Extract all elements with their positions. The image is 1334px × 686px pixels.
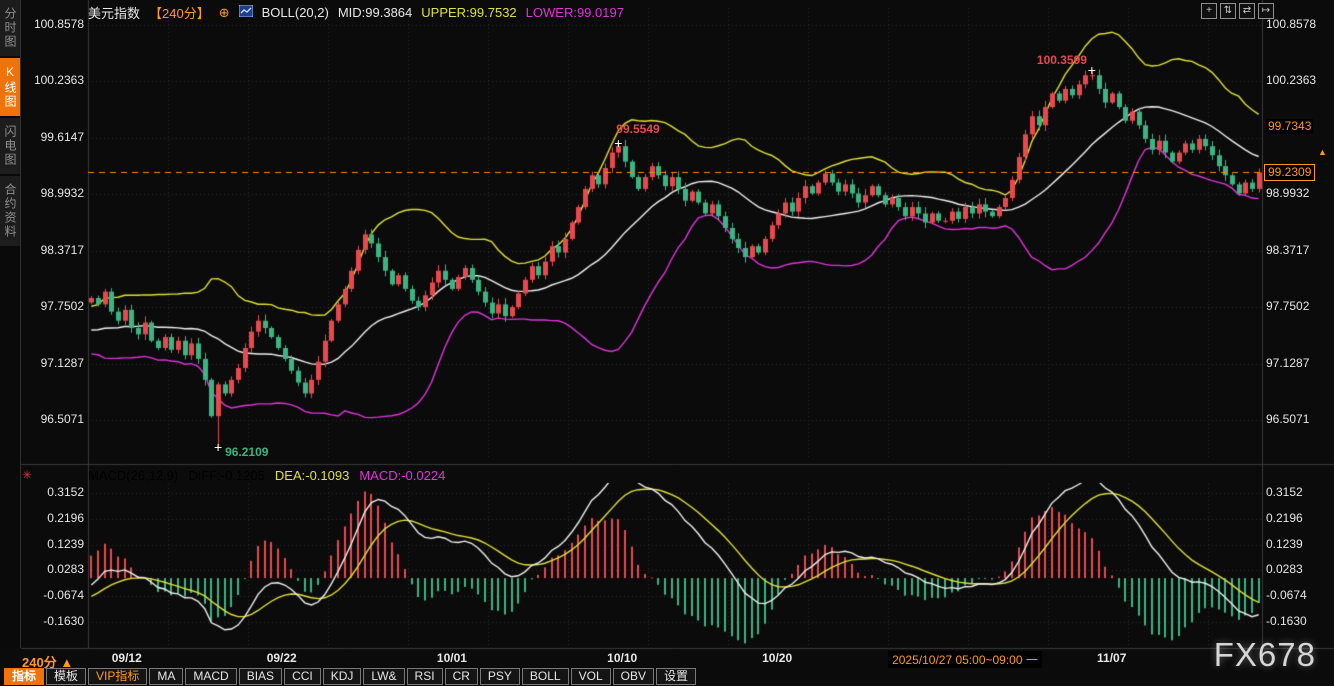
macd-axis-label-left: -0.0674: [24, 588, 84, 603]
fit-x-axis-icon[interactable]: ⇄: [1239, 3, 1255, 19]
y-axis-label-right: 98.9932: [1266, 186, 1309, 201]
y-axis-label-left: 98.3717: [24, 243, 84, 258]
price-annotation: 100.3599: [1037, 53, 1087, 67]
y-axis-label-left: 97.7502: [24, 299, 84, 314]
add-indicator-icon[interactable]: ⊕: [219, 5, 230, 21]
boll-upper-value: UPPER:99.7532: [421, 5, 516, 20]
macd-axis-label-right: -0.1630: [1266, 614, 1307, 629]
move-icon[interactable]: +: [1201, 3, 1217, 19]
toolbar-item-macd[interactable]: MACD: [185, 668, 236, 685]
macd-axis-label-right: 0.2196: [1266, 511, 1303, 526]
chart-tool-buttons: +⇅⇄↦: [1201, 3, 1274, 19]
sidebar-item-kline-chart[interactable]: K线图: [0, 58, 20, 116]
y-axis-label-right: 100.2363: [1266, 73, 1316, 88]
y-axis-label-left: 98.9932: [24, 186, 84, 201]
macd-axis-label-right: 0.0283: [1266, 562, 1303, 577]
macd-header: MACD(26,12,9) DIFF:-0.1205 DEA:-0.1093 M…: [88, 468, 445, 483]
macd-axis-label-left: -0.1630: [24, 614, 84, 629]
price-annotation: 96.2109: [225, 445, 268, 459]
sidebar-item-flash-chart[interactable]: 闪电图: [0, 118, 20, 174]
toolbar-item-vol[interactable]: VOL: [571, 668, 611, 685]
period-tag: 【240分】: [149, 3, 210, 22]
toolbar-item-bias[interactable]: BIAS: [239, 668, 282, 685]
y-axis-label-left: 100.2363: [24, 73, 84, 88]
x-axis-tick: 11/07: [1097, 651, 1126, 665]
boll-label: BOLL(20,2): [262, 5, 329, 20]
macd-axis-label-left: 0.2196: [24, 511, 84, 526]
toolbar-item-kdj[interactable]: KDJ: [323, 668, 362, 685]
y-axis-label-left: 100.8578: [24, 17, 84, 32]
toolbar-item-ma[interactable]: MA: [149, 668, 183, 685]
boll-mid-value: MID:99.3864: [338, 5, 412, 20]
toolbar-item-psy[interactable]: PSY: [480, 668, 520, 685]
macd-axis-label-right: -0.0674: [1266, 588, 1307, 603]
macd-axis-label-right: 0.1239: [1266, 537, 1303, 552]
macd-diff-value: DIFF:-0.1205: [188, 468, 265, 483]
price-marker-cross-icon: +: [1088, 62, 1096, 78]
toolbar-item-obv[interactable]: OBV: [613, 668, 654, 685]
price-annotation: 99.5549: [616, 122, 659, 136]
symbol-name: 美元指数: [88, 3, 140, 22]
y-axis-label-right: 96.5071: [1266, 412, 1309, 427]
y-axis-label-right: 97.1287: [1266, 356, 1309, 371]
toolbar-item-rsi[interactable]: RSI: [407, 668, 443, 685]
fit-y-axis-icon[interactable]: ⇅: [1220, 3, 1236, 19]
y-axis-label-right: 99.7343: [1266, 119, 1313, 134]
macd-settings-icon[interactable]: ✳: [22, 468, 32, 482]
macd-axis-label-right: 0.3152: [1266, 485, 1303, 500]
chart-canvas[interactable]: [0, 0, 1334, 686]
chart-header: 美元指数 【240分】 ⊕ BOLL(20,2) MID:99.3864 UPP…: [88, 3, 624, 22]
x-axis-tick: 10/20: [762, 651, 792, 665]
macd-macd-value: MACD:-0.0224: [359, 468, 445, 483]
toolbar-item-lwr[interactable]: LW&: [363, 668, 404, 685]
x-axis-tick: 10/10: [607, 651, 637, 665]
go-latest-icon[interactable]: ↦: [1258, 3, 1274, 19]
indicator-toolbar: 指标模板VIP指标MAMACDBIASCCIKDJLW&RSICRPSYBOLL…: [4, 668, 696, 685]
sidebar: 分时图K线图闪电图合约资料: [0, 0, 21, 648]
y-axis-label-left: 99.6147: [24, 130, 84, 145]
toolbar-item-cr[interactable]: CR: [445, 668, 478, 685]
chart-thumbnail-icon[interactable]: [239, 5, 253, 20]
x-axis-tick: 09/22: [267, 651, 297, 665]
y-axis-label-right: 98.3717: [1266, 243, 1309, 258]
toolbar-item-indicator[interactable]: 指标: [4, 668, 44, 685]
macd-axis-label-left: 0.0283: [24, 562, 84, 577]
macd-label: MACD(26,12,9): [88, 468, 178, 483]
y-axis-label-left: 97.1287: [24, 356, 84, 371]
x-axis-selected-bar-label: 2025/10/27 05:00~09:00 一: [888, 651, 1042, 668]
boll-lower-value: LOWER:99.0197: [526, 5, 624, 20]
toolbar-item-settings[interactable]: 设置: [656, 668, 696, 685]
macd-axis-label-left: 0.3152: [24, 485, 84, 500]
current-price-label: 99.2309: [1264, 164, 1315, 181]
x-axis-tick: 09/12: [112, 651, 142, 665]
price-marker-cross-icon: +: [214, 439, 222, 455]
macd-axis-label-left: 0.1239: [24, 537, 84, 552]
price-marker-cross-icon: +: [614, 135, 622, 151]
sidebar-item-contract-info[interactable]: 合约资料: [0, 176, 20, 246]
toolbar-item-template[interactable]: 模板: [46, 668, 86, 685]
y-axis-label-left: 96.5071: [24, 412, 84, 427]
price-up-arrow-icon: ▲: [1318, 147, 1327, 157]
toolbar-item-vip-indicator[interactable]: VIP指标: [88, 668, 147, 685]
x-axis-tick: 10/01: [437, 651, 467, 665]
toolbar-item-boll[interactable]: BOLL: [522, 668, 569, 685]
watermark: FX678: [1214, 636, 1316, 674]
sidebar-item-time-share-chart[interactable]: 分时图: [0, 0, 20, 56]
toolbar-item-cci[interactable]: CCI: [284, 668, 321, 685]
y-axis-label-right: 97.7502: [1266, 299, 1309, 314]
macd-dea-value: DEA:-0.1093: [275, 468, 349, 483]
